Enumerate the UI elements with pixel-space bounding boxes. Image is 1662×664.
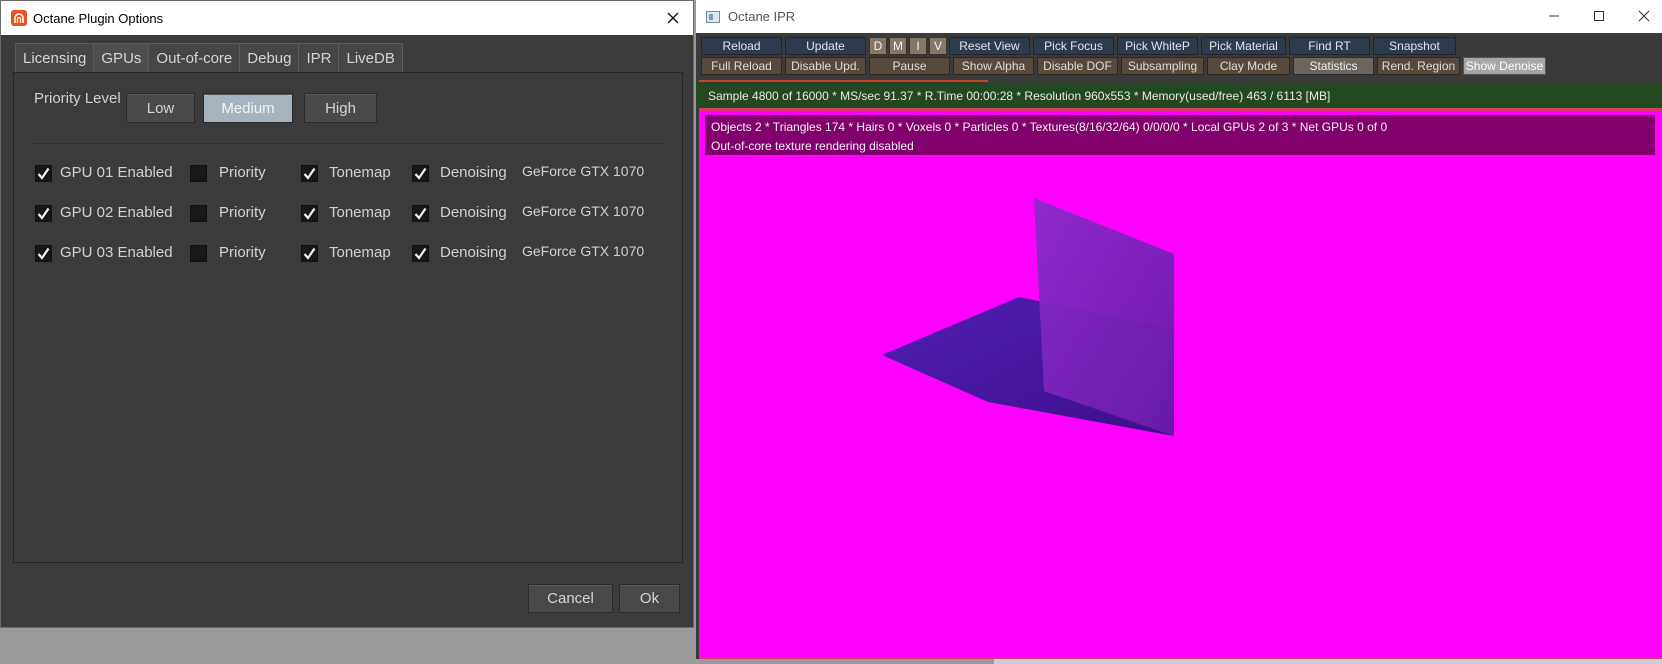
gpu-tonemap-label: Tonemap bbox=[329, 204, 391, 221]
tab-bar: Licensing GPUs Out-of-core Debug IPR Liv… bbox=[15, 43, 403, 73]
gpu-device-name: GeForce GTX 1070 bbox=[522, 163, 645, 179]
octane-plugin-options-dialog: Octane Plugin Options Licensing GPUs Out… bbox=[0, 0, 694, 628]
subsampling-button[interactable]: Subsampling bbox=[1121, 57, 1204, 75]
close-icon[interactable] bbox=[661, 6, 685, 30]
checkmark-icon bbox=[414, 167, 427, 180]
checkmark-icon bbox=[414, 247, 427, 260]
i-button[interactable]: I bbox=[909, 37, 927, 55]
divider bbox=[34, 143, 662, 144]
gpu-priority-checkbox[interactable] bbox=[190, 165, 207, 182]
gpu-priority-label: Priority bbox=[219, 244, 266, 261]
out-of-core-status: Out-of-core texture rendering disabled bbox=[711, 139, 914, 153]
checkmark-icon bbox=[37, 247, 50, 260]
show-alpha-button[interactable]: Show Alpha bbox=[953, 57, 1034, 75]
gpu-tonemap-checkbox[interactable] bbox=[301, 245, 318, 262]
minimize-icon[interactable] bbox=[1536, 4, 1572, 28]
render-status-bar: Sample 4800 of 16000 * MS/sec 91.37 * R.… bbox=[696, 83, 1662, 108]
checkmark-icon bbox=[303, 247, 316, 260]
pick-material-button[interactable]: Pick Material bbox=[1201, 37, 1286, 55]
render-progress-bar bbox=[699, 80, 988, 82]
disable-dof-button[interactable]: Disable DOF bbox=[1037, 57, 1118, 75]
gpu-enabled-label: GPU 03 Enabled bbox=[60, 244, 173, 261]
gpu-row: GPU 01 Enabled Priority Tonemap Denoisin… bbox=[14, 163, 682, 185]
gpu-priority-label: Priority bbox=[219, 204, 266, 221]
ipr-title: Octane IPR bbox=[728, 9, 796, 24]
ipr-title-bar[interactable]: Octane IPR bbox=[696, 0, 1662, 33]
priority-level-label: Priority Level bbox=[34, 90, 121, 107]
checkmark-icon bbox=[303, 167, 316, 180]
rendered-scene bbox=[882, 198, 1174, 436]
gpu-enabled-checkbox[interactable] bbox=[35, 245, 52, 262]
gpu-device-name: GeForce GTX 1070 bbox=[522, 203, 645, 219]
gpu-row: GPU 03 Enabled Priority Tonemap Denoisin… bbox=[14, 243, 682, 265]
octane-ipr-window: Octane IPR Reload Update D M I V Reset V… bbox=[696, 0, 1662, 664]
render-region-button[interactable]: Rend. Region bbox=[1377, 57, 1460, 75]
render-viewport[interactable]: Objects 2 * Triangles 174 * Hairs 0 * Vo… bbox=[699, 108, 1662, 660]
tab-debug[interactable]: Debug bbox=[239, 43, 300, 73]
dialog-title-bar[interactable]: Octane Plugin Options bbox=[1, 1, 693, 35]
v-button[interactable]: V bbox=[929, 37, 947, 55]
ok-button[interactable]: Ok bbox=[619, 584, 680, 613]
gpu-enabled-label: GPU 01 Enabled bbox=[60, 164, 173, 181]
tab-livedb[interactable]: LiveDB bbox=[338, 43, 403, 73]
checkmark-icon bbox=[37, 207, 50, 220]
checkmark-icon bbox=[37, 167, 50, 180]
disable-update-button[interactable]: Disable Upd. bbox=[785, 57, 866, 75]
gpu-priority-label: Priority bbox=[219, 164, 266, 181]
render-statistics-overlay: Objects 2 * Triangles 174 * Hairs 0 * Vo… bbox=[705, 115, 1655, 155]
m-button[interactable]: M bbox=[889, 37, 907, 55]
checkmark-icon bbox=[414, 207, 427, 220]
priority-high-button[interactable]: High bbox=[304, 93, 377, 123]
reload-button[interactable]: Reload bbox=[701, 37, 782, 55]
window-bottom-edge bbox=[696, 659, 1662, 664]
reset-view-button[interactable]: Reset View bbox=[949, 37, 1030, 55]
pick-focus-button[interactable]: Pick Focus bbox=[1033, 37, 1114, 55]
tab-out-of-core[interactable]: Out-of-core bbox=[148, 43, 241, 73]
window-icon bbox=[706, 10, 720, 23]
priority-medium-button[interactable]: Medium bbox=[203, 93, 293, 123]
gpu-denoising-label: Denoising bbox=[440, 244, 507, 261]
tab-licensing[interactable]: Licensing bbox=[15, 43, 95, 73]
gpu-row: GPU 02 Enabled Priority Tonemap Denoisin… bbox=[14, 203, 682, 225]
maximize-icon[interactable] bbox=[1581, 4, 1617, 28]
update-button[interactable]: Update bbox=[785, 37, 866, 55]
statistics-line: Objects 2 * Triangles 174 * Hairs 0 * Vo… bbox=[711, 120, 1388, 134]
gpu-enabled-label: GPU 02 Enabled bbox=[60, 204, 173, 221]
clay-mode-button[interactable]: Clay Mode bbox=[1207, 57, 1290, 75]
gpu-denoising-checkbox[interactable] bbox=[412, 165, 429, 182]
gpu-tonemap-label: Tonemap bbox=[329, 164, 391, 181]
gpu-enabled-checkbox[interactable] bbox=[35, 205, 52, 222]
dialog-title: Octane Plugin Options bbox=[33, 10, 164, 26]
gpu-device-name: GeForce GTX 1070 bbox=[522, 243, 645, 259]
pause-button[interactable]: Pause bbox=[869, 57, 950, 75]
gpu-denoising-label: Denoising bbox=[440, 164, 507, 181]
gpu-denoising-checkbox[interactable] bbox=[412, 205, 429, 222]
gpu-denoising-label: Denoising bbox=[440, 204, 507, 221]
tab-ipr[interactable]: IPR bbox=[298, 43, 340, 73]
pick-whitepoint-button[interactable]: Pick WhiteP bbox=[1117, 37, 1198, 55]
gpu-tonemap-label: Tonemap bbox=[329, 244, 391, 261]
checkmark-icon bbox=[303, 207, 316, 220]
houdini-logo-icon bbox=[11, 10, 27, 26]
statistics-button[interactable]: Statistics bbox=[1293, 57, 1374, 75]
d-button[interactable]: D bbox=[869, 37, 887, 55]
priority-low-button[interactable]: Low bbox=[126, 93, 195, 123]
find-rt-button[interactable]: Find RT bbox=[1289, 37, 1370, 55]
close-icon[interactable] bbox=[1626, 4, 1662, 28]
gpu-priority-checkbox[interactable] bbox=[190, 205, 207, 222]
gpu-tonemap-checkbox[interactable] bbox=[301, 165, 318, 182]
tab-gpus[interactable]: GPUs bbox=[93, 43, 150, 73]
full-reload-button[interactable]: Full Reload bbox=[701, 57, 782, 75]
cancel-button[interactable]: Cancel bbox=[528, 584, 613, 613]
gpu-tonemap-checkbox[interactable] bbox=[301, 205, 318, 222]
show-denoise-button[interactable]: Show Denoise bbox=[1463, 57, 1546, 75]
gpu-denoising-checkbox[interactable] bbox=[412, 245, 429, 262]
gpus-panel: Priority Level Low Medium High GPU 01 En… bbox=[13, 72, 683, 563]
snapshot-button[interactable]: Snapshot bbox=[1373, 37, 1456, 55]
gpu-priority-checkbox[interactable] bbox=[190, 245, 207, 262]
gpu-enabled-checkbox[interactable] bbox=[35, 165, 52, 182]
